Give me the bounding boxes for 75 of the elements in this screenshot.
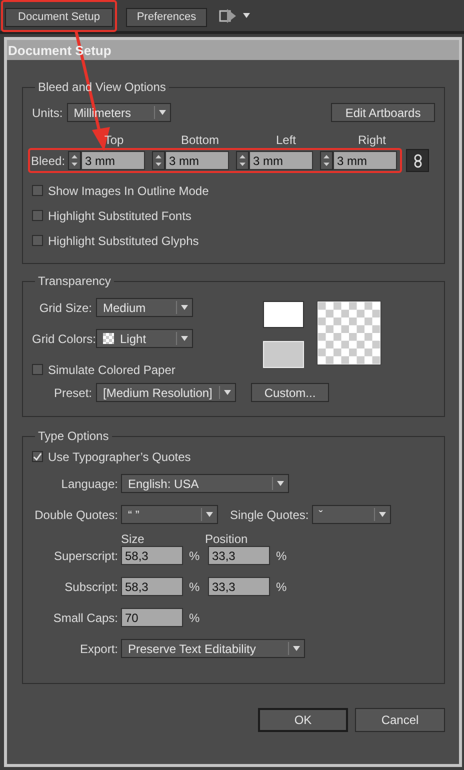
custom-button[interactable]: Custom...: [251, 383, 329, 402]
chain-link-icon: [414, 154, 422, 168]
spinner-arrows-icon[interactable]: [152, 151, 166, 170]
field-label: Units:: [32, 106, 63, 118]
unit-label: %: [189, 612, 201, 624]
bleed-field[interactable]: 3 mm: [249, 151, 314, 170]
checkbox[interactable]: [32, 210, 43, 221]
checkbox[interactable]: [32, 185, 43, 196]
checker-swatch-icon: [103, 333, 114, 344]
caret-icon: [243, 13, 250, 18]
bleed-field[interactable]: 3 mm: [81, 151, 146, 170]
checkbox[interactable]: [32, 451, 43, 462]
checkmark-icon: [33, 452, 42, 462]
caret-icon: [206, 512, 213, 517]
column-heading: Left: [274, 134, 297, 148]
field-label: Language:: [60, 478, 118, 490]
artboard-icon[interactable]: [218, 6, 238, 24]
single-quotes-dropdown[interactable]: ˇ: [312, 505, 391, 524]
caret-icon: [293, 646, 300, 651]
checkbox[interactable]: [32, 364, 43, 375]
size-field[interactable]: 58,3: [121, 546, 183, 565]
grid-size-dropdown[interactable]: Medium: [96, 298, 193, 317]
caret-icon: [181, 336, 188, 341]
export-dropdown[interactable]: Preserve Text Editability: [121, 639, 305, 658]
double-quotes-dropdown[interactable]: “ ”: [121, 505, 218, 524]
column-heading: Bottom: [180, 134, 220, 148]
field-label: Export:: [78, 642, 118, 654]
spinner-arrows-icon[interactable]: [320, 151, 334, 170]
caret-icon: [378, 512, 386, 517]
caret-icon: [277, 481, 284, 486]
color-swatch[interactable]: [263, 301, 304, 328]
dialog-button[interactable]: Cancel: [355, 708, 445, 732]
grid-colors-dropdown[interactable]: Light: [96, 329, 193, 348]
field-label: Bleed:: [31, 154, 66, 166]
field-label: Double Quotes:: [34, 508, 118, 520]
spinner-arrows-icon[interactable]: [68, 151, 82, 170]
checkerboard-preview: [317, 301, 381, 365]
field-label: Superscript:: [52, 550, 118, 562]
size-field[interactable]: 58,3: [121, 577, 183, 596]
dialog-button[interactable]: OK: [258, 708, 348, 732]
column-heading: Right: [356, 134, 387, 148]
column-heading: Size: [121, 533, 146, 545]
group-title: Type Options: [37, 430, 110, 442]
field-label: Single Quotes:: [230, 508, 309, 520]
checkbox-label: Highlight Substituted Fonts: [48, 210, 192, 222]
checkbox-label: Simulate Colored Paper: [48, 364, 176, 376]
column-heading: Position: [205, 533, 248, 545]
caret-icon: [158, 110, 166, 115]
unit-label: %: [189, 550, 201, 562]
checkbox-label: Show Images In Outline Mode: [48, 184, 209, 196]
field-label: Grid Size:: [38, 302, 92, 314]
group-title: Transparency: [37, 275, 112, 287]
spinner-arrows-icon[interactable]: [236, 151, 250, 170]
caret-icon: [224, 390, 231, 395]
unit-label: %: [276, 580, 287, 592]
toolbar-button[interactable]: Document Setup: [5, 8, 113, 26]
field-label: Small Caps:: [52, 612, 118, 624]
language-dropdown[interactable]: English: USA: [121, 474, 289, 493]
position-field[interactable]: 33,3: [208, 546, 270, 565]
checkbox[interactable]: [32, 235, 43, 246]
size-field[interactable]: 70: [121, 608, 183, 627]
link-button[interactable]: [406, 149, 430, 172]
edit-artboards-button[interactable]: Edit Artboards: [331, 103, 435, 122]
bleed-field[interactable]: 3 mm: [165, 151, 230, 170]
toolbar-button[interactable]: Preferences: [126, 8, 207, 26]
checkbox-label: Use Typographer’s Quotes: [48, 450, 191, 462]
unit-label: %: [189, 580, 201, 592]
position-field[interactable]: 33,3: [208, 577, 270, 596]
unit-label: %: [276, 550, 287, 562]
field-label: Preset:: [52, 386, 92, 398]
caret-icon: [181, 305, 188, 310]
checkbox-label: Highlight Substituted Glyphs: [48, 234, 199, 246]
preset-dropdown[interactable]: [Medium Resolution]: [96, 383, 236, 402]
field-label: Subscript:: [64, 580, 118, 592]
bleed-field[interactable]: 3 mm: [333, 151, 398, 170]
